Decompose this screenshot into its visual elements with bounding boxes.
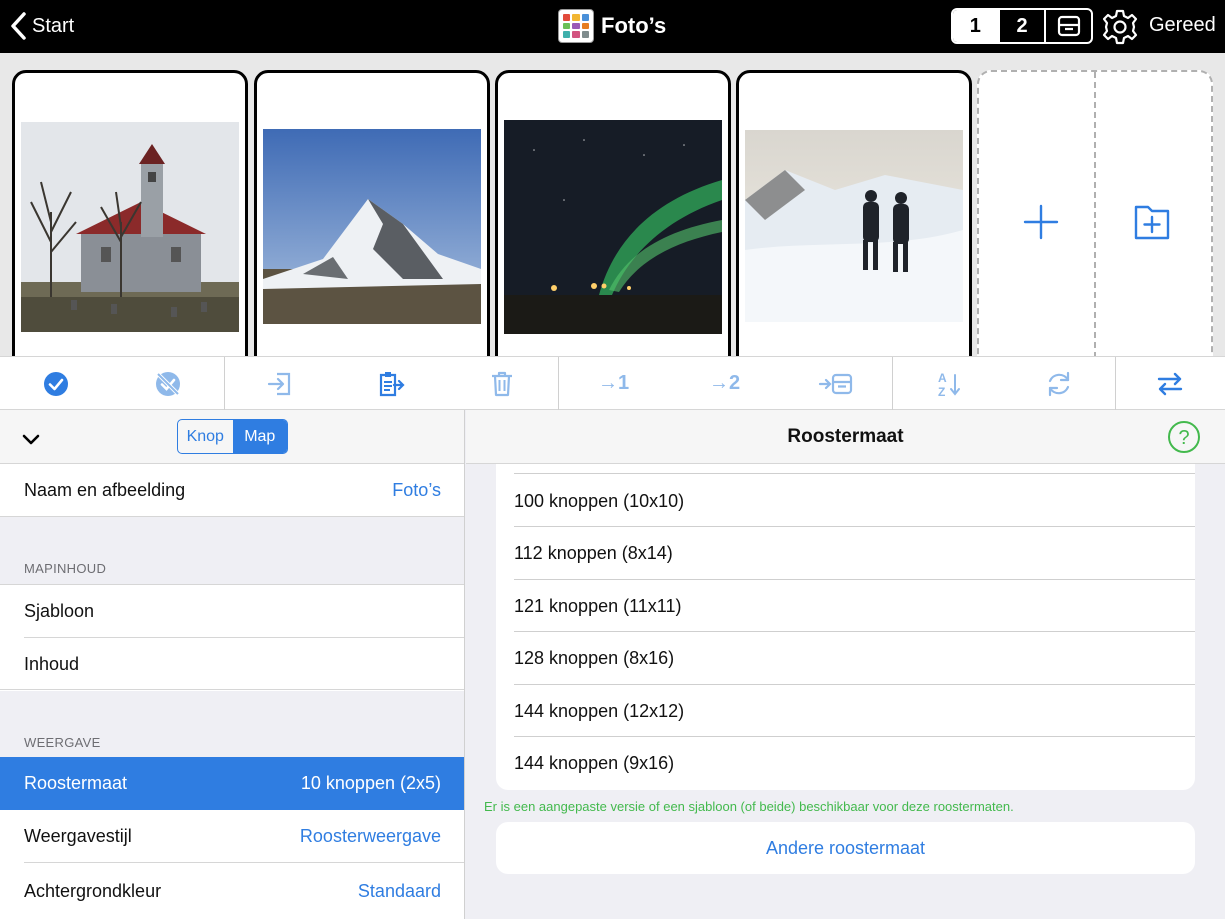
divider — [0, 516, 464, 517]
display-style-row[interactable]: Weergavestijl Roosterweergave — [0, 810, 464, 863]
page-2-tab[interactable]: 2 — [1000, 10, 1047, 42]
content-row[interactable]: Inhoud — [0, 638, 464, 691]
tab-button-mode[interactable]: Knop — [178, 420, 233, 453]
row-label: Roostermaat — [24, 773, 128, 793]
deselect-all-button[interactable] — [112, 357, 224, 410]
properties-header: Knop Map — [0, 410, 464, 464]
button-preview-strip — [0, 53, 1225, 356]
aurora-photo — [504, 120, 722, 334]
template-row[interactable]: Sjabloon — [0, 585, 464, 638]
back-button[interactable]: Start — [8, 10, 74, 42]
divider — [514, 473, 1195, 474]
page-title: Foto’s — [558, 9, 666, 43]
button-card-church[interactable] — [12, 70, 248, 356]
tab-folder-mode[interactable]: Map — [232, 420, 287, 453]
grid-size-panel: Roostermaat ? 100 knoppen (10x10) 112 kn… — [466, 410, 1225, 919]
mode-switcher: Knop Map — [177, 419, 288, 454]
row-value: Standaard — [357, 880, 441, 901]
sort-az-icon: AZ — [938, 371, 960, 399]
back-label: Start — [32, 14, 75, 37]
svg-text:Z: Z — [938, 385, 945, 399]
other-grid-size-button[interactable]: Andere roostermaat — [496, 822, 1195, 874]
button-card-mountain[interactable] — [254, 70, 490, 356]
page-1-tab[interactable]: 1 — [953, 10, 1000, 42]
add-plus-icon[interactable] — [1021, 202, 1061, 242]
help-icon[interactable]: ? — [1167, 420, 1201, 454]
row-label: Sjabloon — [24, 601, 95, 621]
swap-arrows-icon — [1157, 372, 1183, 395]
refresh-button[interactable] — [1003, 357, 1115, 410]
import-button[interactable] — [224, 357, 335, 410]
import-icon — [267, 372, 290, 395]
divider — [0, 689, 464, 690]
grid-option-144-square[interactable]: 144 knoppen (12x12) — [496, 685, 1195, 737]
move-to-page-1-button[interactable]: →1 — [558, 357, 669, 410]
add-slot-divider — [1094, 72, 1096, 356]
collapse-chevron-down-icon[interactable] — [20, 428, 42, 450]
background-color-row[interactable]: Achtergrondkleur Standaard — [0, 863, 464, 919]
chevron-left-icon — [11, 12, 26, 40]
name-and-image-row[interactable]: Naam en afbeelding Foto’s — [0, 464, 464, 517]
page-switcher: 1 2 — [951, 8, 1093, 44]
move-to-tray-icon — [818, 373, 853, 394]
grid-option-121[interactable]: 121 knoppen (11x11) — [496, 580, 1195, 632]
row-label: Weergavestijl — [24, 826, 132, 846]
add-folder-icon[interactable] — [1132, 202, 1172, 242]
row-label: Achtergrondkleur — [24, 880, 162, 901]
page-title-text: Foto’s — [601, 13, 667, 38]
svg-text:?: ? — [1178, 427, 1189, 449]
button-card-aurora[interactable] — [495, 70, 731, 356]
move-to-page-2-button[interactable]: →2 — [669, 357, 780, 410]
section-header-content: MAPINHOUD — [24, 561, 107, 576]
edit-toolbar: →1 →2 AZ — [0, 356, 1225, 410]
snow-walk-photo — [745, 130, 963, 322]
grid-option-112[interactable]: 112 knoppen (8x14) — [496, 527, 1195, 579]
row-value: Roosterweergave — [299, 826, 441, 846]
swap-button[interactable] — [1115, 357, 1225, 410]
clipboard-arrow-icon — [379, 371, 405, 396]
mountain-photo — [263, 129, 481, 324]
photos-folder-icon — [558, 9, 594, 43]
top-bar: Start Foto’s 1 2 Gereed — [0, 0, 1225, 53]
panel-title: Roostermaat — [787, 426, 904, 447]
grid-option-128[interactable]: 128 knoppen (8x16) — [496, 632, 1195, 684]
svg-text:A: A — [938, 371, 947, 385]
move-to-dock-button[interactable] — [780, 357, 892, 410]
church-photo — [21, 122, 239, 332]
dock-tab[interactable] — [1046, 10, 1091, 42]
grid-size-header: Roostermaat ? — [466, 410, 1225, 464]
row-label: Naam en afbeelding — [24, 480, 186, 500]
grid-size-row[interactable]: Roostermaat 10 knoppen (2x5) — [0, 757, 464, 810]
checkmark-circle-icon — [44, 371, 68, 396]
delete-button[interactable] — [446, 357, 558, 410]
properties-panel: Knop Map Naam en afbeelding Foto’s MAPIN… — [0, 410, 465, 919]
select-all-button[interactable] — [0, 357, 112, 410]
availability-note: Er is een aangepaste versie of een sjabl… — [484, 799, 1014, 814]
tray-icon — [1057, 15, 1080, 37]
add-button-slot — [977, 70, 1213, 356]
grid-option-144-wide[interactable]: 144 knoppen (9x16) — [496, 737, 1195, 789]
done-button[interactable]: Gereed — [1149, 14, 1216, 37]
sort-az-button[interactable]: AZ — [892, 357, 1003, 410]
deselect-circle-icon — [156, 371, 180, 396]
grid-option-100[interactable]: 100 knoppen (10x10) — [496, 475, 1195, 527]
copy-paste-button[interactable] — [335, 357, 446, 410]
row-label: Inhoud — [24, 654, 80, 674]
grid-size-options-list: 100 knoppen (10x10) 112 knoppen (8x14) 1… — [496, 464, 1195, 790]
row-value: Foto’s — [392, 480, 441, 500]
section-header-display: WEERGAVE — [24, 735, 101, 750]
button-card-snow-walk[interactable] — [736, 70, 972, 356]
refresh-icon — [1048, 371, 1070, 396]
trash-icon — [492, 371, 512, 396]
settings-gear-icon[interactable] — [1101, 8, 1139, 46]
row-value: 10 knoppen (2x5) — [300, 773, 441, 793]
